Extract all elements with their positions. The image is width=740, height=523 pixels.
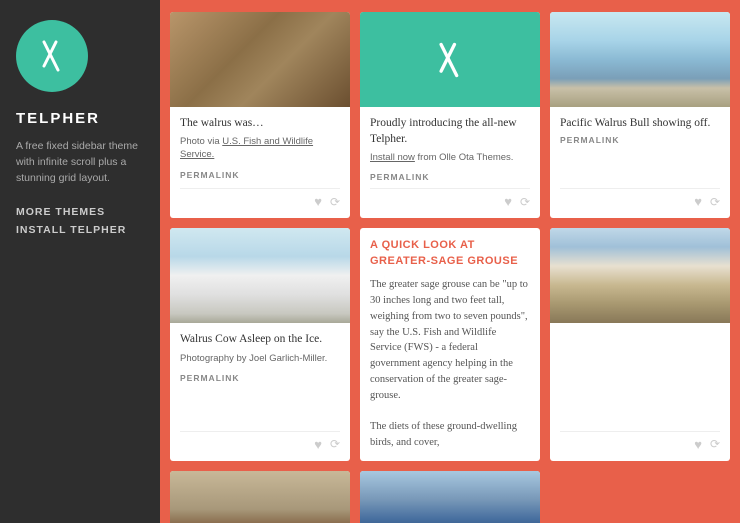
card-permalink-2[interactable]: PERMALINK [370, 172, 530, 182]
retweet-icon[interactable]: ⟳ [330, 195, 340, 210]
card-actions-3: ♥ ⟳ [560, 188, 720, 210]
card-body-1: The walrus was… Photo via U.S. Fish and … [170, 107, 350, 218]
card-actions-6: ♥ ⟳ [560, 431, 720, 453]
heart-icon-2[interactable]: ♥ [504, 194, 512, 210]
card-title-1: The walrus was… [180, 115, 340, 131]
card-whale: FWS Humpback Whale Mexico. Photo by Stol… [360, 471, 540, 523]
card-title-3: Pacific Walrus Bull showing off. [560, 115, 720, 131]
card-article-text: The greater sage grouse can be "up to 30… [370, 277, 530, 450]
card-seal [170, 471, 350, 523]
card-telpher-intro: Proudly introducing the all-new Telpher.… [360, 12, 540, 218]
card-title-4: Walrus Cow Asleep on the Ice. [180, 331, 340, 347]
card-sage-grouse: A QUICK LOOK AT GREATER-SAGE GROUSE The … [360, 228, 540, 460]
card-actions-2: ♥ ⟳ [370, 188, 530, 210]
retweet-icon-3[interactable]: ⟳ [710, 195, 720, 210]
card-permalink-1[interactable]: PERMALINK [180, 170, 340, 180]
card-image-walrus-side [550, 12, 730, 107]
card-walrus-cow: Walrus Cow Asleep on the Ice. Photograph… [170, 228, 350, 460]
card-chopsticks-icon [430, 40, 470, 80]
site-description: A free fixed sidebar theme with infinite… [16, 139, 144, 186]
card-image-walrus-arctic [170, 228, 350, 323]
card-actions-4: ♥ ⟳ [180, 431, 340, 453]
chopsticks-icon [34, 38, 70, 74]
sidebar: TELPHER A free fixed sidebar theme with … [0, 0, 160, 523]
card-body-2: Proudly introducing the all-new Telpher.… [360, 107, 540, 218]
card-grid: The walrus was… Photo via U.S. Fish and … [170, 12, 730, 523]
sidebar-item-install[interactable]: INSTALL TELPHER [16, 224, 126, 236]
site-logo [16, 20, 88, 92]
card-pacific-walrus: Pacific Walrus Bull showing off. PERMALI… [550, 12, 730, 218]
retweet-icon-4[interactable]: ⟳ [330, 437, 340, 452]
card-meta-4: Photography by Joel Garlich-Miller. [180, 352, 340, 365]
card-image-seal [170, 471, 350, 523]
sidebar-nav: MORE THEMES INSTALL TELPHER [16, 206, 126, 236]
card-image-walrus-pair [550, 228, 730, 323]
card-meta-1: Photo via U.S. Fish and Wildlife Service… [180, 135, 340, 162]
card-permalink-3[interactable]: PERMALINK [560, 135, 720, 145]
card-meta-2: Install now from Olle Ota Themes. [370, 151, 530, 164]
card-article-title: A QUICK LOOK AT GREATER-SAGE GROUSE [370, 238, 530, 269]
heart-icon[interactable]: ♥ [314, 194, 322, 210]
card-walrus-pair: ♥ ⟳ [550, 228, 730, 460]
card-body-6: ♥ ⟳ [550, 323, 730, 460]
retweet-icon-2[interactable]: ⟳ [520, 195, 530, 210]
card-actions-1: ♥ ⟳ [180, 188, 340, 210]
card-body-3: Pacific Walrus Bull showing off. PERMALI… [550, 107, 730, 218]
main-content: The walrus was… Photo via U.S. Fish and … [160, 0, 740, 523]
card-walrus-1: The walrus was… Photo via U.S. Fish and … [170, 12, 350, 218]
card-teal-header [360, 12, 540, 107]
card-image-walrus-group [170, 12, 350, 107]
heart-icon-4[interactable]: ♥ [314, 437, 322, 453]
retweet-icon-6[interactable]: ⟳ [710, 437, 720, 452]
sidebar-item-more-themes[interactable]: MORE THEMES [16, 206, 126, 218]
card-title-2: Proudly introducing the all-new Telpher. [370, 115, 530, 147]
heart-icon-3[interactable]: ♥ [694, 194, 702, 210]
site-title: TELPHER [16, 110, 100, 127]
card-permalink-4[interactable]: PERMALINK [180, 373, 340, 383]
card-body-4: Walrus Cow Asleep on the Ice. Photograph… [170, 323, 350, 460]
heart-icon-6[interactable]: ♥ [694, 437, 702, 453]
card-image-whale: FWS [360, 471, 540, 523]
